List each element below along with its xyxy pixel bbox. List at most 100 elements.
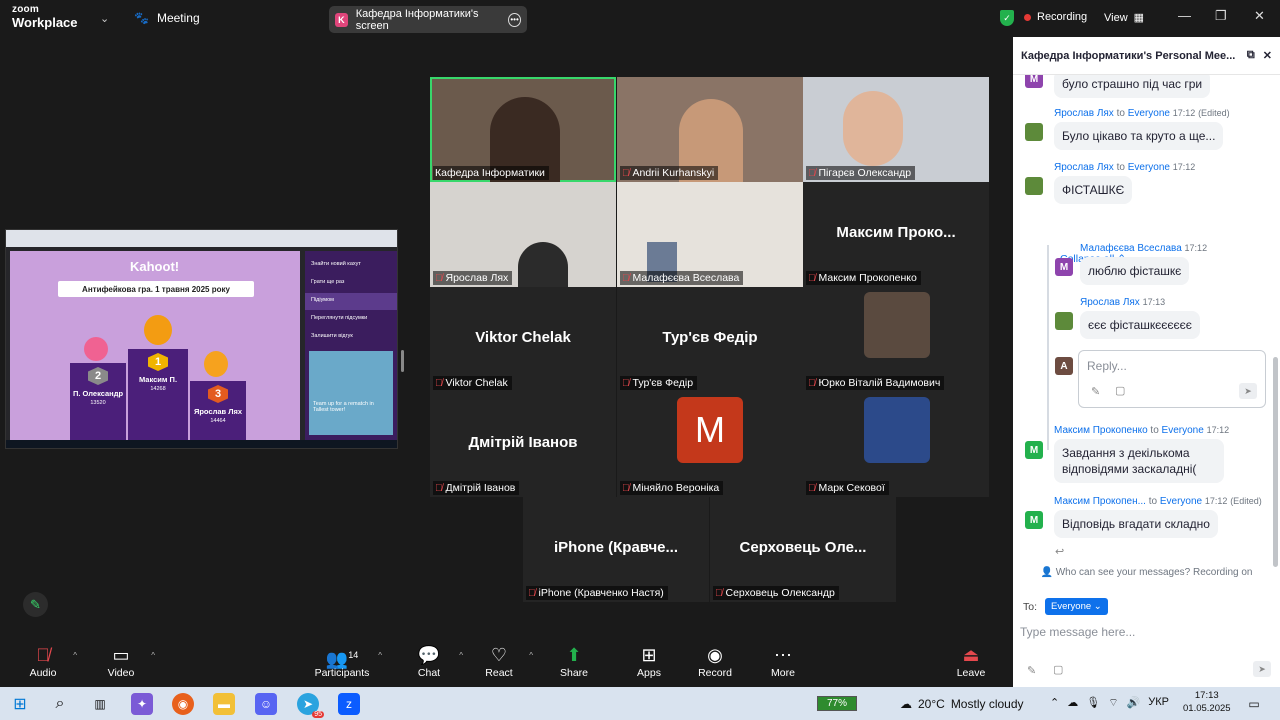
- copilot-icon[interactable]: ✦: [131, 693, 153, 715]
- recording-indicator[interactable]: Recording: [1024, 11, 1087, 23]
- shared-screen[interactable]: Kahoot! Антифейкова гра. 1 травня 2025 р…: [5, 229, 398, 449]
- video-tile[interactable]: Дмітрій Іванов 🎙̸ Дмітрій Іванов: [430, 392, 616, 497]
- send-icon[interactable]: ➤: [1239, 383, 1257, 399]
- side-item: Грати ще раз: [311, 279, 345, 285]
- leave-icon: ⏏: [962, 645, 980, 665]
- record-button[interactable]: ◉ Record: [685, 643, 745, 679]
- clock[interactable]: 17:13 01.05.2025: [1183, 690, 1231, 716]
- pop-out-icon[interactable]: ⧉: [1247, 49, 1255, 62]
- restore-icon[interactable]: ❐: [1215, 8, 1227, 24]
- close-icon[interactable]: ✕: [1254, 8, 1265, 24]
- firefox-icon[interactable]: ◉: [172, 693, 194, 715]
- scrollbar[interactable]: [1273, 357, 1278, 567]
- video-tile[interactable]: 🎙̸ Пігарєв Олександр: [803, 77, 989, 182]
- chevron-up-icon[interactable]: ^: [378, 651, 382, 660]
- microphone-icon[interactable]: 🎙: [1086, 696, 1100, 710]
- participant-name: Andrii Kurhanskyi: [632, 167, 715, 179]
- file-explorer-icon[interactable]: ▬: [213, 693, 235, 715]
- message-text[interactable]: єєє фісташкєєєєєє: [1080, 311, 1200, 340]
- video-tile[interactable]: Серховець Оле... 🎙̸ Серховець Олександр: [710, 497, 896, 602]
- weather-widget[interactable]: ☁ 20°C Mostly cloudy: [900, 697, 1024, 711]
- video-tile[interactable]: Viktor Chelak 🎙̸ Viktor Chelak: [430, 287, 616, 392]
- shield-icon[interactable]: ✓: [1000, 10, 1014, 26]
- video-tile[interactable]: 🎙̸ Andrii Kurhanskyi: [617, 77, 803, 182]
- message-text[interactable]: було страшно під час гри: [1054, 75, 1211, 99]
- notifications-icon[interactable]: ▭: [1243, 693, 1265, 715]
- sender-name[interactable]: Малафєєва Всеслава: [1080, 243, 1182, 254]
- onedrive-icon[interactable]: ☁: [1067, 696, 1078, 710]
- chevron-up-icon[interactable]: ^: [151, 651, 155, 660]
- more-options-icon[interactable]: •••: [508, 12, 521, 27]
- visibility-note[interactable]: 👤 Who can see your messages? Recording o…: [1013, 567, 1280, 578]
- participant-name: Дмітрій Іванов: [445, 482, 516, 494]
- splitter-handle[interactable]: [401, 350, 404, 372]
- mic-muted-icon: 🎙̸: [528, 587, 536, 599]
- message-text[interactable]: ФІСТАШКЄ: [1054, 176, 1133, 205]
- sender-name[interactable]: Ярослав Лях: [1054, 162, 1114, 173]
- zoom-app-icon[interactable]: z: [338, 693, 360, 715]
- sender-name[interactable]: Ярослав Лях: [1080, 297, 1140, 308]
- leave-button[interactable]: ⏏ Leave: [941, 643, 1001, 679]
- file-icon[interactable]: ▢: [1115, 384, 1125, 397]
- message-text[interactable]: люблю фісташкє: [1080, 257, 1190, 286]
- video-tile[interactable]: 🎙̸ Малафєєва Всеслава: [617, 182, 803, 287]
- discord-icon[interactable]: ☺: [255, 693, 277, 715]
- audio-button[interactable]: 🎙̸ Audio ^: [13, 643, 77, 679]
- chevron-up-icon[interactable]: ⌃: [1050, 696, 1059, 710]
- react-button[interactable]: ♡ React ^: [469, 643, 533, 679]
- sender-name[interactable]: Максим Прокопенко: [1054, 425, 1148, 436]
- close-icon[interactable]: ✕: [1263, 49, 1272, 62]
- notification-badge: 95: [312, 711, 324, 718]
- sender-name[interactable]: Ярослав Лях: [1054, 108, 1114, 119]
- battery-indicator[interactable]: 77%: [817, 696, 857, 711]
- chat-button[interactable]: 💬 Chat ^: [399, 643, 463, 679]
- format-icon[interactable]: ✎: [1027, 664, 1036, 677]
- video-tile[interactable]: 🎙̸ Юрко Віталій Вадимович: [803, 287, 989, 392]
- participants-button[interactable]: 👥14 Participants ^: [306, 643, 382, 679]
- recipient: Everyone: [1127, 162, 1170, 173]
- search-icon[interactable]: ⌕: [49, 693, 71, 715]
- minimize-icon[interactable]: —: [1178, 8, 1191, 23]
- message-text[interactable]: Відповідь вгадати складно: [1054, 510, 1218, 539]
- share-button[interactable]: ⬆ Share: [544, 643, 604, 679]
- video-tile[interactable]: Максим Проко... 🎙̸ Максим Прокопенко: [803, 182, 989, 287]
- podium-score: 14464: [210, 418, 226, 424]
- volume-icon[interactable]: 🔊: [1127, 696, 1141, 710]
- recipient-select[interactable]: Everyone ⌄: [1045, 598, 1108, 615]
- message-text[interactable]: Було цікаво та круто а ще...: [1054, 122, 1224, 151]
- chevron-down-icon[interactable]: ⌄: [100, 12, 109, 25]
- view-button[interactable]: View ▦: [1104, 11, 1144, 25]
- temperature: 20°C: [918, 697, 945, 711]
- language-indicator[interactable]: УКР: [1148, 696, 1169, 710]
- chevron-up-icon[interactable]: ^: [459, 651, 463, 660]
- reply-input[interactable]: Reply... ✎ ▢ ➤: [1078, 350, 1266, 408]
- video-tile[interactable]: Кафедра Інформатики: [430, 77, 616, 182]
- video-tile[interactable]: Тур'єв Федір 🎙̸ Тур'єв Федір: [617, 287, 803, 392]
- apps-button[interactable]: ⊞ Apps: [619, 643, 679, 679]
- video-button[interactable]: ▭ Video ^: [91, 643, 155, 679]
- chevron-up-icon[interactable]: ^: [73, 651, 77, 660]
- message-text[interactable]: Завдання з декількома відповідями заскал…: [1054, 439, 1224, 484]
- windows-start-icon[interactable]: ⊞: [9, 693, 31, 715]
- chat-compose-input[interactable]: Type message here...: [1020, 625, 1135, 639]
- video-tile[interactable]: iPhone (Кравче... 🎙̸ iPhone (Кравченко На…: [523, 497, 709, 602]
- more-button[interactable]: ⋯ More: [753, 643, 813, 679]
- sender-name[interactable]: Максим Прокопен...: [1054, 496, 1146, 507]
- avatar: M: [1025, 75, 1043, 88]
- chevron-up-icon[interactable]: ^: [529, 651, 533, 660]
- annotate-pencil-icon[interactable]: ✎: [23, 592, 48, 617]
- format-icon[interactable]: ✎: [1091, 385, 1100, 398]
- video-tile[interactable]: 🎙̸ Ярослав Лях: [430, 182, 616, 287]
- telegram-icon[interactable]: ➤ 95: [297, 693, 324, 718]
- video-tile[interactable]: M 🎙̸ Міняйло Вероніка: [617, 392, 803, 497]
- name-label: 🎙̸ Дмітрій Іванов: [433, 481, 520, 495]
- wifi-icon[interactable]: ⌔: [1108, 696, 1118, 710]
- send-icon[interactable]: ➤: [1253, 661, 1271, 677]
- video-tile[interactable]: 🎙̸ Марк Секової: [803, 392, 989, 497]
- meeting-menu[interactable]: 🐾 Meeting: [134, 11, 200, 25]
- file-icon[interactable]: ▢: [1053, 663, 1063, 676]
- reply-thread-icon[interactable]: ↩: [1055, 545, 1064, 558]
- mic-muted-icon: 🎙̸: [622, 167, 630, 179]
- task-view-icon[interactable]: ▥: [89, 693, 111, 715]
- screen-share-indicator[interactable]: K Кафедра Інформатики's screen •••: [329, 6, 527, 33]
